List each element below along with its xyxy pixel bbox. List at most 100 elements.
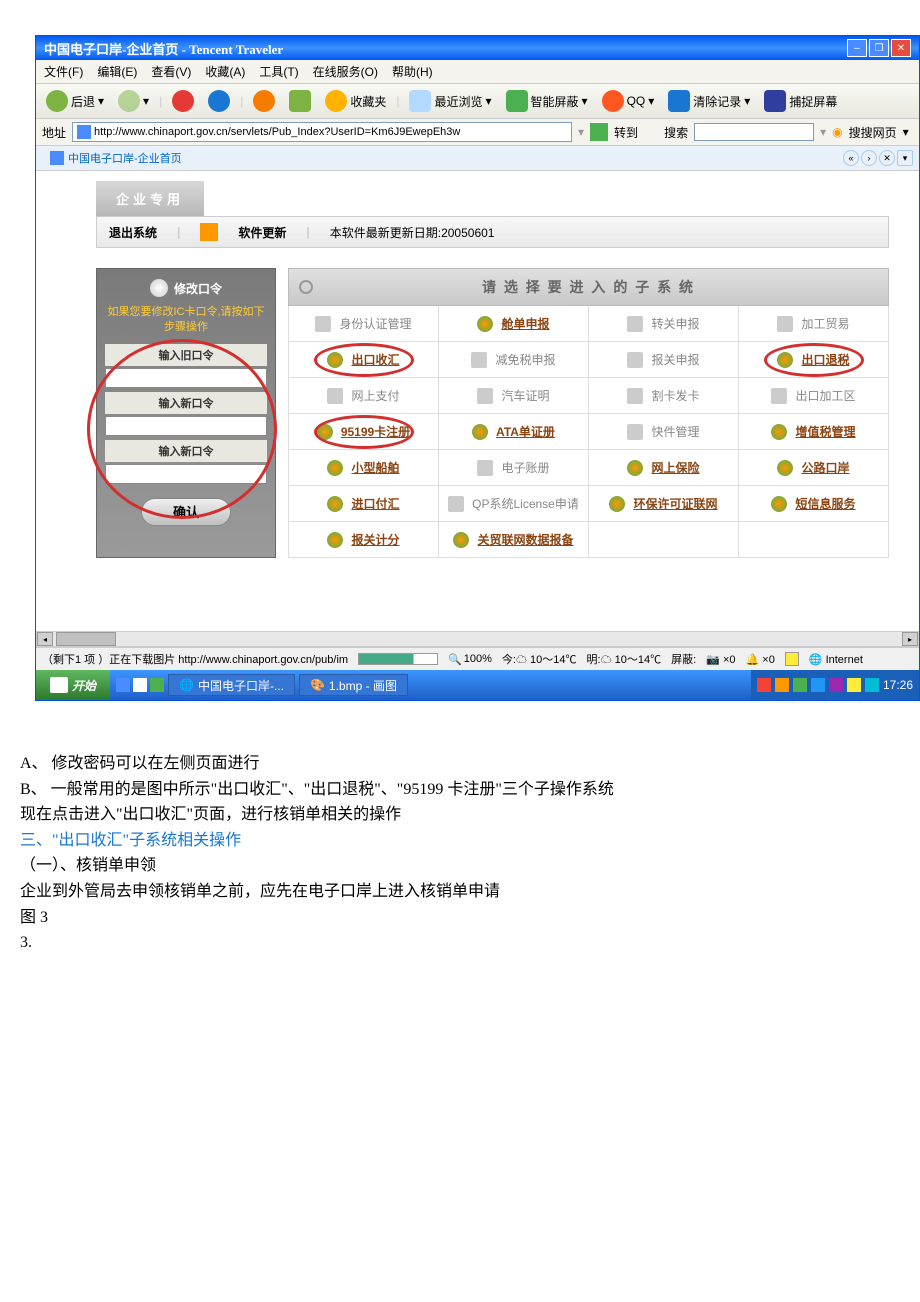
tab-close-button[interactable]: ✕ — [879, 150, 895, 166]
tray-icon-5[interactable] — [829, 678, 843, 692]
grid-cell[interactable]: 小型船舶 — [289, 450, 439, 486]
confirm-button[interactable]: 确认 — [141, 498, 231, 526]
cell-label[interactable]: 小型船舶 — [351, 459, 399, 476]
maximize-button[interactable]: ❐ — [869, 39, 889, 57]
grid-cell: 网上支付 — [289, 378, 439, 414]
task-paint[interactable]: 🎨 1.bmp - 画图 — [299, 674, 408, 696]
tab-next-button[interactable]: › — [861, 150, 877, 166]
cell-label[interactable]: 报关计分 — [351, 531, 399, 548]
quick-desktop-icon[interactable] — [133, 678, 147, 692]
grid-cell[interactable]: 进口付汇 — [289, 486, 439, 522]
forward-button[interactable]: ▾ — [114, 88, 153, 114]
shield-button[interactable]: 智能屏蔽 ▾ — [502, 88, 592, 114]
cell-label[interactable]: 进口付汇 — [351, 495, 399, 512]
doc-line-3: 三、"出口收汇"子系统相关操作 — [20, 828, 900, 854]
cell-label[interactable]: 短信息服务 — [795, 495, 855, 512]
cell-label[interactable]: 公路口岸 — [801, 459, 849, 476]
favorites-button[interactable]: 收藏夹 — [321, 88, 390, 114]
recent-button[interactable]: 最近浏览 ▾ — [405, 88, 495, 114]
status-loading: （剩下1 项 ）正在下载图片 http://www.chinaport.gov.… — [42, 651, 348, 667]
cell-label[interactable]: 95199卡注册 — [341, 423, 410, 440]
capture-button[interactable]: 捕捉屏幕 — [760, 88, 841, 114]
scroll-right-button[interactable]: ▸ — [902, 632, 918, 646]
scroll-thumb[interactable] — [56, 632, 116, 646]
cell-label[interactable]: 网上保险 — [651, 459, 699, 476]
history-button[interactable] — [285, 88, 315, 114]
new-pw2-input[interactable] — [105, 464, 267, 484]
qq-button[interactable]: QQ ▾ — [598, 88, 659, 114]
tray-icon-7[interactable] — [865, 678, 879, 692]
menu-file[interactable]: 文件(F) — [44, 63, 83, 80]
cell-label: 身份认证管理 — [339, 315, 411, 332]
new-pw-input[interactable] — [105, 416, 267, 436]
refresh-icon — [208, 90, 230, 112]
grid-cell[interactable]: 报关计分 — [289, 522, 439, 558]
home-icon — [253, 90, 275, 112]
tab-chinaport[interactable]: 中国电子口岸-企业首页 — [42, 148, 190, 168]
tab-prev-button[interactable]: « — [843, 150, 859, 166]
menu-service[interactable]: 在线服务(O) — [313, 63, 378, 80]
tray-icon-2[interactable] — [775, 678, 789, 692]
stop-button[interactable] — [168, 88, 198, 114]
address-input[interactable]: http://www.chinaport.gov.cn/servlets/Pub… — [72, 122, 572, 142]
cell-label[interactable]: 出口退税 — [801, 351, 849, 368]
menu-tools[interactable]: 工具(T) — [259, 63, 298, 80]
grid-cell: 身份认证管理 — [289, 306, 439, 342]
shield-icon — [506, 90, 528, 112]
tab-menu-button[interactable]: ▾ — [897, 150, 913, 166]
quick-ie-icon[interactable] — [116, 678, 130, 692]
scroll-left-button[interactable]: ◂ — [37, 632, 53, 646]
grid-cell[interactable]: ATA单证册 — [439, 414, 589, 450]
lock-icon — [627, 316, 643, 332]
menu-help[interactable]: 帮助(H) — [392, 63, 433, 80]
cell-label[interactable]: 环保许可证联网 — [633, 495, 717, 512]
address-label: 地址 — [42, 124, 66, 141]
h-scrollbar[interactable]: ◂ ▸ — [36, 631, 919, 647]
doc-line-fig3: 图 3 — [20, 905, 900, 931]
weather-tomorrow: 明:☁ 10～14℃ — [587, 651, 662, 667]
tray-icon-3[interactable] — [793, 678, 807, 692]
back-button[interactable]: 后退 ▾ — [42, 88, 108, 114]
cell-label[interactable]: 出口收汇 — [351, 351, 399, 368]
close-button[interactable]: ✕ — [891, 39, 911, 57]
tray-icon-4[interactable] — [811, 678, 825, 692]
menu-edit[interactable]: 编辑(E) — [97, 63, 137, 80]
lock-icon — [477, 388, 493, 404]
tray-icon-6[interactable] — [847, 678, 861, 692]
grid-cell[interactable]: 增值税管理 — [739, 414, 889, 450]
cell-label[interactable]: 舱单申报 — [501, 315, 549, 332]
home-button[interactable] — [249, 88, 279, 114]
grid-cell[interactable]: 网上保险 — [589, 450, 739, 486]
cell-label[interactable]: 关贸联网数据报备 — [477, 531, 573, 548]
refresh-button[interactable] — [204, 88, 234, 114]
tray-icon-1[interactable] — [757, 678, 771, 692]
grid-cell[interactable]: 环保许可证联网 — [589, 486, 739, 522]
task-browser[interactable]: 🌐 中国电子口岸-... — [168, 674, 295, 696]
cell-label[interactable]: ATA单证册 — [496, 423, 555, 440]
old-pw-input[interactable] — [105, 368, 267, 388]
start-button[interactable]: 开始 — [36, 670, 110, 700]
window-controls: – ❐ ✕ — [847, 39, 911, 57]
old-pw-label: 输入旧口令 — [105, 344, 267, 366]
zoom-control[interactable]: 🔍 100% — [448, 653, 492, 666]
exit-link[interactable]: 退出系统 — [109, 224, 157, 241]
menu-view[interactable]: 查看(V) — [151, 63, 191, 80]
grid-cell[interactable]: 关贸联网数据报备 — [439, 522, 589, 558]
grid-cell: QP系统License申请 — [439, 486, 589, 522]
quick-icon[interactable] — [150, 678, 164, 692]
clear-button[interactable]: 清除记录 ▾ — [664, 88, 754, 114]
cell-label[interactable]: 增值税管理 — [795, 423, 855, 440]
grid-cell[interactable]: 95199卡注册 — [289, 414, 439, 450]
grid-cell[interactable]: 出口退税 — [739, 342, 889, 378]
grid-cell[interactable]: 公路口岸 — [739, 450, 889, 486]
go-button[interactable] — [590, 123, 608, 141]
grid-cell[interactable]: 短信息服务 — [739, 486, 889, 522]
progress-bar — [358, 653, 438, 665]
grid-cell[interactable]: 出口收汇 — [289, 342, 439, 378]
minimize-button[interactable]: – — [847, 39, 867, 57]
menu-fav[interactable]: 收藏(A) — [205, 63, 245, 80]
grid-cell[interactable]: 舱单申报 — [439, 306, 589, 342]
search-web-label[interactable]: 搜搜网页 — [849, 124, 897, 141]
search-input[interactable] — [694, 123, 814, 141]
update-link[interactable]: 软件更新 — [238, 224, 286, 241]
